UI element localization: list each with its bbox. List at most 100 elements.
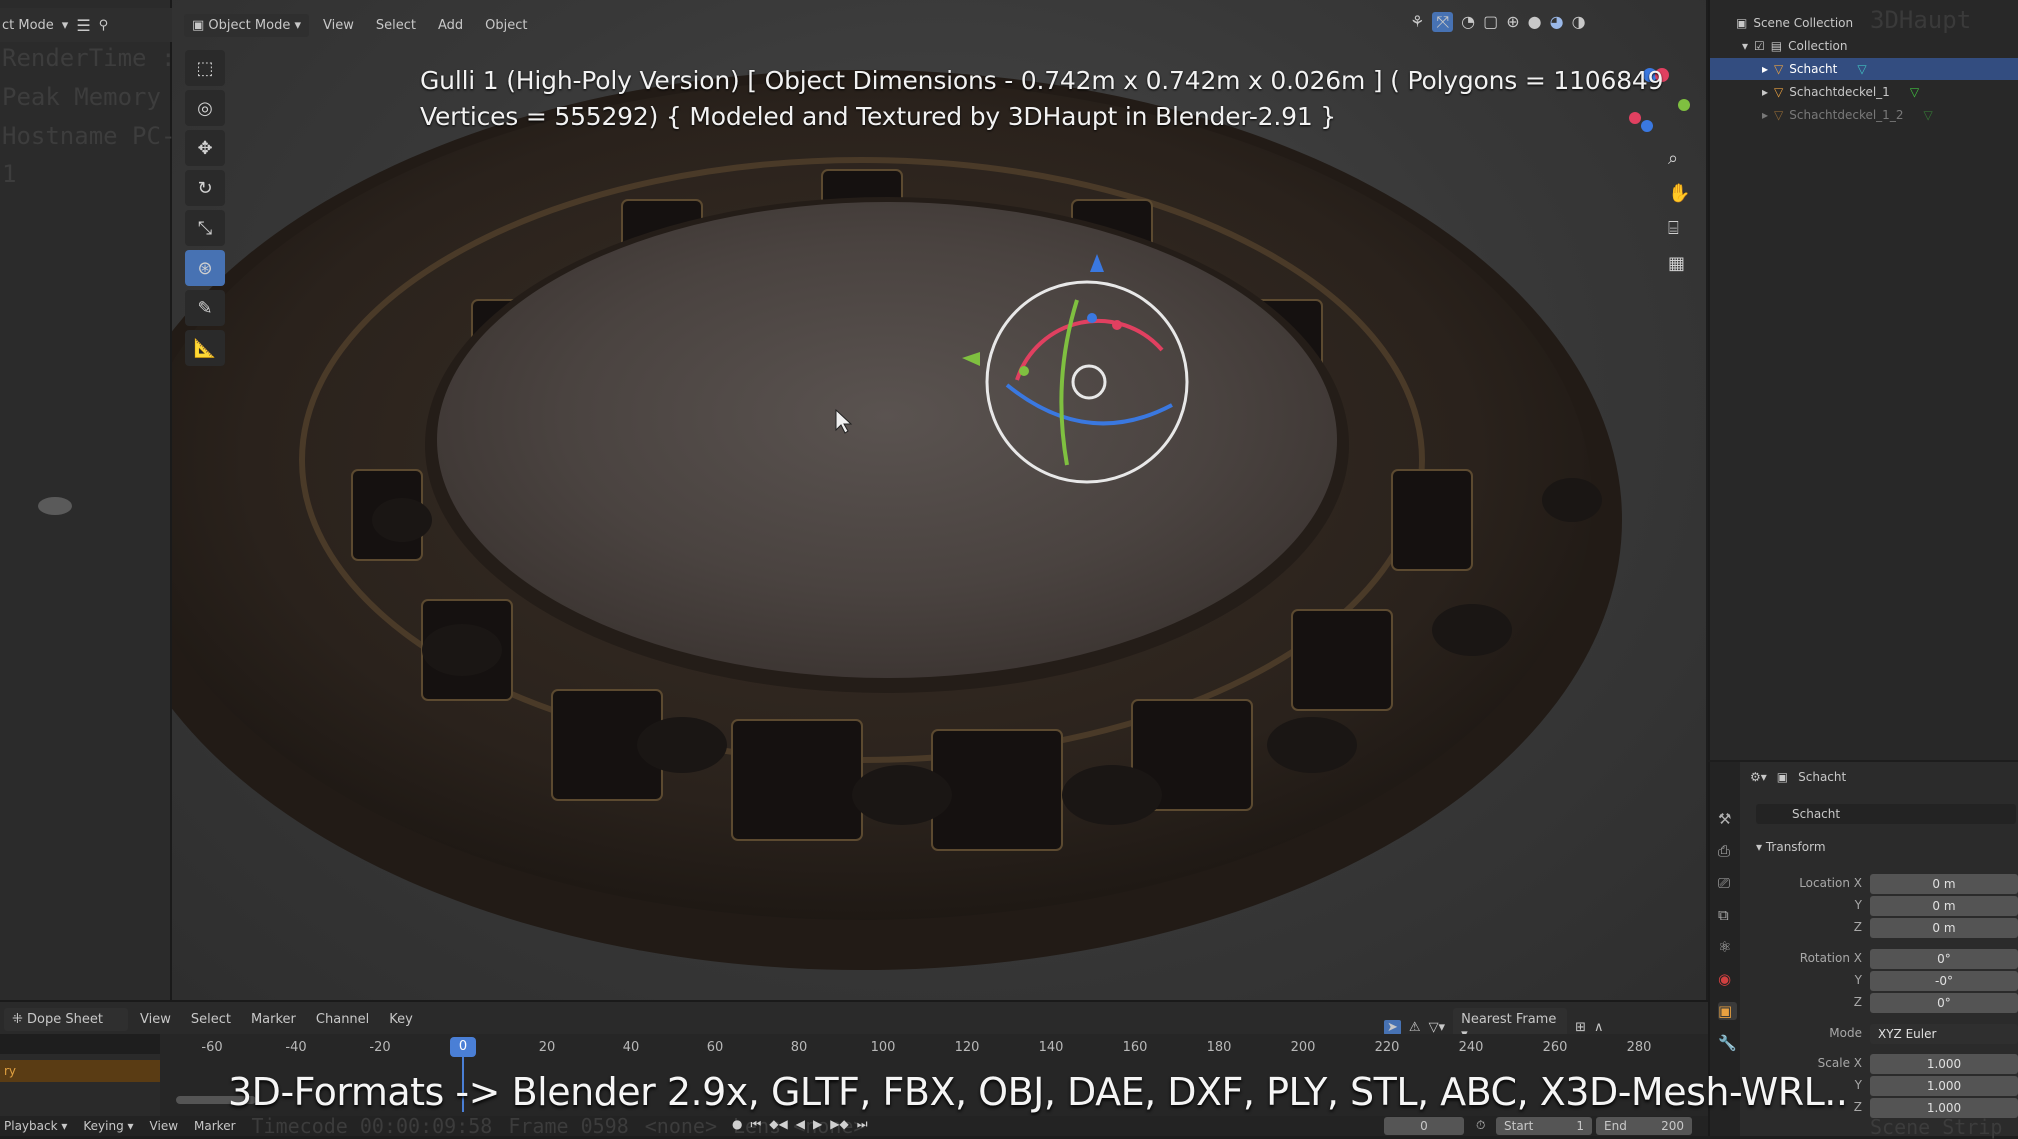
scale-icon[interactable]: ⤡: [185, 210, 225, 246]
frame-tick: 260: [1542, 1040, 1568, 1055]
dope-sheet-icon: ⁜: [12, 1011, 28, 1027]
scale-y-field[interactable]: 1.000: [1870, 1076, 2018, 1096]
world-tab-icon[interactable]: ◉: [1718, 970, 1737, 988]
channel-search[interactable]: [0, 1034, 160, 1054]
measure-icon[interactable]: 📐: [185, 330, 225, 366]
outliner-collection[interactable]: ▾ ☑ ▤ Collection: [1710, 35, 2018, 57]
frame-tick: 280: [1626, 1040, 1652, 1055]
overlay-icon[interactable]: ◔: [1461, 12, 1475, 32]
formats-caption: 3D-Formats -> Blender 2.9x, GLTF, FBX, O…: [228, 1070, 1848, 1114]
menu-object[interactable]: Object: [477, 14, 535, 37]
material-shading-icon[interactable]: ◕: [1550, 12, 1564, 32]
current-frame-indicator[interactable]: 0: [450, 1037, 476, 1057]
filter-icon[interactable]: ▽▾: [1429, 1020, 1446, 1035]
expand-icon[interactable]: ▸: [1762, 62, 1768, 76]
only-selected-icon[interactable]: ➤: [1384, 1019, 1401, 1035]
expand-icon[interactable]: ▸: [1762, 108, 1768, 122]
object-mode-dropdown[interactable]: ▣ Object Mode ▾: [184, 13, 309, 37]
modifier-tab-icon[interactable]: 🔧: [1718, 1034, 1737, 1052]
next-key-icon[interactable]: ▶◆: [830, 1117, 848, 1132]
rotation-y-field[interactable]: -0°: [1870, 971, 2018, 991]
jump-start-icon[interactable]: ⏮: [750, 1117, 761, 1132]
annotate-icon[interactable]: ✎: [185, 290, 225, 326]
keying-menu[interactable]: Keying ▾: [83, 1119, 133, 1133]
camera-icon[interactable]: ⌸: [1668, 218, 1690, 239]
curve-icon[interactable]: ∧: [1594, 1020, 1604, 1035]
outliner-scene-collection[interactable]: ▣ Scene Collection: [1710, 12, 2018, 34]
chevron-down-icon[interactable]: ▾: [62, 18, 69, 33]
end-frame-field[interactable]: End 200: [1596, 1117, 1692, 1135]
current-frame-field[interactable]: 0: [1384, 1117, 1464, 1135]
location-z-field[interactable]: 0 m: [1870, 918, 2018, 938]
menu-view[interactable]: View: [315, 14, 362, 37]
object-tab-icon[interactable]: ▣: [1718, 1002, 1737, 1020]
expand-icon[interactable]: ▾: [1742, 39, 1748, 53]
expand-icon[interactable]: ▸: [1762, 85, 1768, 99]
menu-add[interactable]: Add: [430, 14, 471, 37]
start-frame-field[interactable]: Start 1: [1496, 1117, 1592, 1135]
prev-key-icon[interactable]: ◆◀: [769, 1117, 787, 1132]
rotation-x-field[interactable]: 0°: [1870, 949, 2018, 969]
cursor-tool-icon[interactable]: ◎: [185, 90, 225, 126]
scale-x-field[interactable]: 1.000: [1870, 1054, 2018, 1074]
rotate-icon[interactable]: ↻: [185, 170, 225, 206]
outliner-schachtdeckel-1-2[interactable]: ▸ ▽ Schachtdeckel_1_2 ▽: [1710, 104, 2018, 126]
move-icon[interactable]: ✥: [185, 130, 225, 166]
tool-tab-icon[interactable]: ⚒: [1718, 810, 1737, 828]
rotation-mode-dropdown[interactable]: XYZ Euler: [1870, 1024, 2018, 1044]
play-icon[interactable]: ▶: [813, 1117, 822, 1132]
rendered-shading-icon[interactable]: ◑: [1572, 12, 1586, 32]
proportional-icon[interactable]: ⊞: [1575, 1020, 1586, 1035]
gizmo-toggle-icon[interactable]: ⤧: [1432, 12, 1454, 32]
view-layer-tab-icon[interactable]: ⧉: [1718, 906, 1737, 924]
pan-hand-icon[interactable]: ✋: [1668, 183, 1690, 204]
overlay-line-2: Vertices = 555292) { Modeled and Texture…: [420, 102, 1336, 131]
editor-type-dropdown[interactable]: ⁜ Dope Sheet: [4, 1007, 128, 1031]
transform-icon[interactable]: ⊛: [185, 250, 225, 286]
frame-tick: 220: [1374, 1040, 1400, 1055]
mode-label[interactable]: ct Mode: [2, 18, 54, 33]
menu-select[interactable]: Select: [368, 14, 424, 37]
tl-menu-key[interactable]: Key: [381, 1008, 421, 1031]
tl-menu-channel[interactable]: Channel: [308, 1008, 377, 1031]
tl-menu-view[interactable]: View: [132, 1008, 179, 1031]
editor-type-icon[interactable]: ⚙▾: [1750, 770, 1767, 784]
tl-menu-marker[interactable]: Marker: [243, 1008, 304, 1031]
solid-shading-icon[interactable]: ●: [1528, 12, 1542, 32]
footer-view-menu[interactable]: View: [150, 1119, 178, 1133]
wireframe-shading-icon[interactable]: ⊕: [1506, 12, 1519, 32]
checkbox-icon[interactable]: ☑: [1754, 39, 1765, 53]
tool-shelf: ⬚ ◎ ✥ ↻ ⤡ ⊛ ✎ 📐: [185, 50, 225, 390]
pin-icon[interactable]: ⚲: [99, 18, 109, 33]
transform-section[interactable]: ▾ Transform: [1756, 840, 1826, 854]
stopwatch-icon[interactable]: ⏱: [1476, 1118, 1485, 1133]
render-tab-icon[interactable]: ⎙: [1718, 842, 1737, 860]
playback-menu[interactable]: Playback ▾: [4, 1119, 67, 1133]
play-reverse-icon[interactable]: ◀: [796, 1117, 805, 1132]
footer-marker-menu[interactable]: Marker: [194, 1119, 235, 1133]
zoom-icon[interactable]: ⌕: [1668, 148, 1690, 169]
select-box-icon[interactable]: ⬚: [185, 50, 225, 86]
summary-channel[interactable]: ry: [0, 1060, 160, 1082]
outliner-schachtdeckel-1[interactable]: ▸ ▽ Schachtdeckel_1 ▽: [1710, 81, 2018, 103]
perspective-grid-icon[interactable]: ▦: [1668, 253, 1690, 274]
location-y-field[interactable]: 0 m: [1870, 896, 2018, 916]
location-x-field[interactable]: 0 m: [1870, 874, 2018, 894]
rotation-z-field[interactable]: 0°: [1870, 993, 2018, 1013]
xray-icon[interactable]: ▢: [1483, 12, 1498, 32]
3d-viewport[interactable]: [172, 0, 1706, 1000]
jump-end-icon[interactable]: ⏭: [857, 1117, 868, 1132]
show-errors-icon[interactable]: ⚠: [1409, 1020, 1421, 1035]
rotation-mode-label: Mode: [1829, 1026, 1862, 1040]
hamburger-icon[interactable]: ☰: [76, 16, 90, 35]
mesh-object-icon: ▽: [1774, 85, 1784, 99]
scene-tab-icon[interactable]: ⚛: [1718, 938, 1737, 956]
frame-tick: 40: [622, 1040, 640, 1055]
object-name-field[interactable]: Schacht: [1756, 804, 2016, 824]
view-options-icon[interactable]: ⚘: [1410, 12, 1424, 32]
record-icon[interactable]: ●: [732, 1117, 742, 1132]
output-tab-icon[interactable]: ⎚: [1718, 874, 1737, 892]
overlay-line-1: Gulli 1 (High-Poly Version) [ Object Dim…: [420, 66, 1664, 95]
outliner-schacht[interactable]: ▸ ▽ Schacht ▽: [1710, 58, 2018, 80]
tl-menu-select[interactable]: Select: [183, 1008, 239, 1031]
